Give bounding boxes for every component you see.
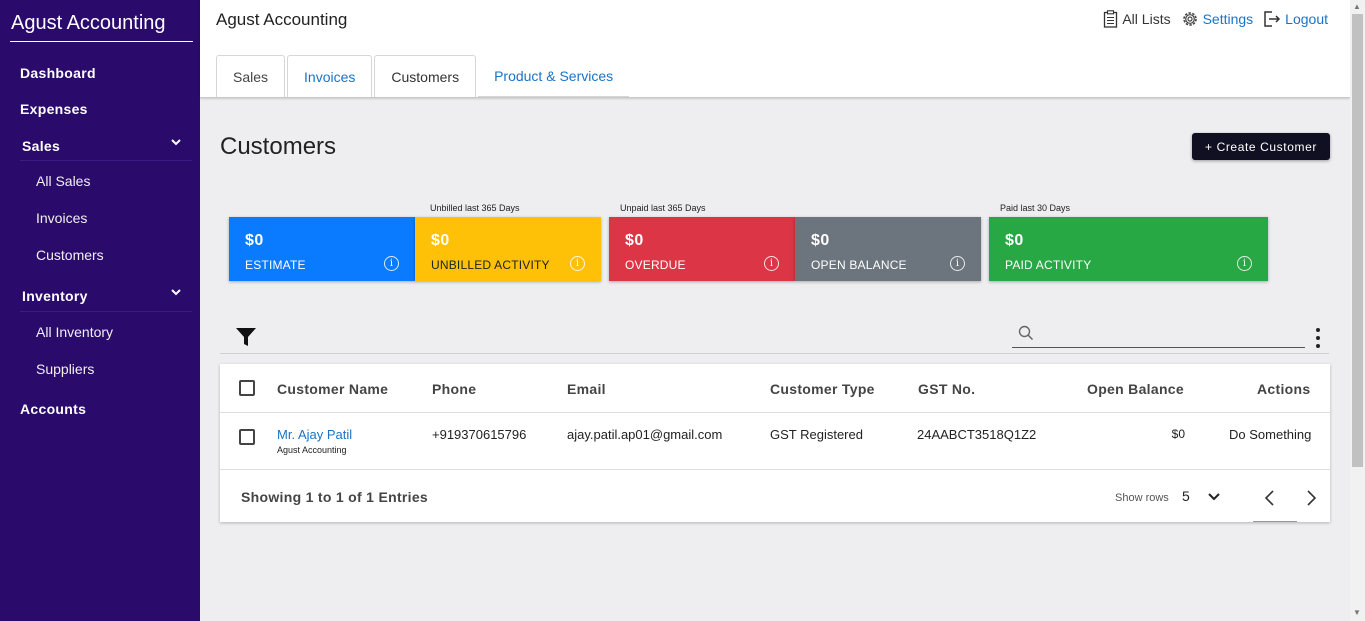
customer-company: Agust Accounting xyxy=(277,445,347,455)
card-amount: $0 xyxy=(625,232,644,249)
info-icon[interactable]: i xyxy=(570,256,585,271)
tab-sales[interactable]: Sales xyxy=(216,55,286,97)
filter-icon[interactable] xyxy=(236,327,256,347)
customer-phone: +919370615796 xyxy=(432,427,527,442)
sidebar-item-customers[interactable]: Customers xyxy=(36,247,104,263)
row-divider xyxy=(220,469,1330,470)
info-icon[interactable]: i xyxy=(764,256,779,271)
top-links: All Lists Settings Logout xyxy=(1093,10,1328,28)
tab-invoices[interactable]: Invoices xyxy=(287,55,373,97)
customer-open-balance: $0 xyxy=(1171,427,1185,441)
column-header-open-balance[interactable]: Open Balance xyxy=(1087,381,1184,397)
summary-card-estimate[interactable]: $0 ESTIMATE i xyxy=(229,217,415,281)
pagination-summary: Showing 1 to 1 of 1 Entries xyxy=(241,489,429,505)
sidebar-group-inventory[interactable]: Inventory xyxy=(22,288,192,304)
card-amount: $0 xyxy=(811,232,830,249)
tab-bar: Sales Invoices Customers Product & Servi… xyxy=(216,55,631,97)
clipboard-list-icon xyxy=(1104,10,1118,28)
gear-icon xyxy=(1182,12,1197,26)
top-header: Agust Accounting All Lists Settings Logo… xyxy=(200,0,1350,98)
chevron-down-icon xyxy=(171,139,181,146)
show-rows-label: Show rows xyxy=(1115,492,1169,504)
tab-customers[interactable]: Customers xyxy=(374,55,477,97)
search-box[interactable] xyxy=(1012,320,1305,348)
sidebar-divider xyxy=(20,311,192,312)
chevron-down-icon[interactable] xyxy=(1208,493,1220,501)
logout-link[interactable]: Logout xyxy=(1263,10,1328,28)
sidebar-item-expenses[interactable]: Expenses xyxy=(20,101,88,117)
card-label: ESTIMATE xyxy=(245,258,306,272)
scroll-up-arrow[interactable]: ▲ xyxy=(1353,2,1361,11)
card-caption-unbilled: Unbilled last 365 Days xyxy=(430,203,520,213)
scroll-down-arrow[interactable]: ▼ xyxy=(1353,608,1361,617)
sidebar-divider xyxy=(20,160,192,161)
logout-icon xyxy=(1264,11,1281,27)
row-action-link[interactable]: Do Something xyxy=(1229,427,1311,442)
next-page-icon[interactable] xyxy=(1305,490,1319,506)
app-title: Agust Accounting xyxy=(216,10,348,29)
settings-label: Settings xyxy=(1202,11,1254,27)
card-amount: $0 xyxy=(1005,232,1024,249)
info-icon[interactable]: i xyxy=(384,256,399,271)
sidebar-group-sales-label: Sales xyxy=(22,138,61,154)
sidebar-item-accounts[interactable]: Accounts xyxy=(20,401,86,417)
toolbar-divider xyxy=(220,353,1329,354)
summary-card-paid-activity[interactable]: $0 PAID ACTIVITY i xyxy=(989,217,1268,281)
select-all-checkbox[interactable] xyxy=(239,380,255,396)
search-icon xyxy=(1018,325,1034,341)
card-label: OPEN BALANCE xyxy=(811,258,907,272)
rows-per-page-select[interactable]: 5 xyxy=(1182,488,1190,504)
card-label: UNBILLED ACTIVITY xyxy=(431,258,550,272)
sidebar-item-invoices[interactable]: Invoices xyxy=(36,210,87,226)
summary-card-overdue[interactable]: $0 OVERDUE i xyxy=(609,217,795,281)
info-icon[interactable]: i xyxy=(1237,256,1252,271)
more-vertical-icon[interactable] xyxy=(1316,328,1324,348)
sidebar-brand[interactable]: Agust Accounting xyxy=(11,12,166,35)
logout-label: Logout xyxy=(1285,11,1328,27)
sidebar-group-sales[interactable]: Sales xyxy=(22,138,192,154)
card-caption-unpaid: Unpaid last 365 Days xyxy=(620,203,706,213)
customer-type: GST Registered xyxy=(770,427,863,442)
card-label: PAID ACTIVITY xyxy=(1005,258,1092,272)
sidebar-item-dashboard[interactable]: Dashboard xyxy=(20,65,96,81)
header-divider xyxy=(220,412,1330,413)
create-customer-button[interactable]: + Create Customer xyxy=(1192,133,1330,160)
card-caption-paid: Paid last 30 Days xyxy=(1000,203,1071,213)
sidebar-item-suppliers[interactable]: Suppliers xyxy=(36,361,94,377)
summary-card-unbilled-activity[interactable]: $0 UNBILLED ACTIVITY i xyxy=(415,217,601,281)
column-header-customer-name[interactable]: Customer Name xyxy=(277,381,388,397)
sidebar-group-inventory-label: Inventory xyxy=(22,288,88,304)
sidebar-item-all-sales[interactable]: All Sales xyxy=(36,173,90,189)
all-lists-label: All Lists xyxy=(1122,11,1171,27)
scrollbar-thumb[interactable] xyxy=(1352,14,1363,467)
info-icon[interactable]: i xyxy=(950,256,965,271)
card-label: OVERDUE xyxy=(625,258,686,272)
all-lists-link[interactable]: All Lists xyxy=(1103,10,1171,28)
customer-gst: 24AABCT3518Q1Z2 xyxy=(917,427,1037,442)
row-checkbox[interactable] xyxy=(239,429,255,445)
brand-divider xyxy=(10,41,193,42)
customer-email: ajay.patil.ap01@gmail.com xyxy=(567,427,723,442)
column-header-actions: Actions xyxy=(1257,381,1311,397)
settings-link[interactable]: Settings xyxy=(1181,10,1254,28)
sidebar: Agust Accounting Dashboard Expenses Sale… xyxy=(0,0,200,621)
column-header-gst-no[interactable]: GST No. xyxy=(918,381,975,397)
tab-product-services[interactable]: Product & Services xyxy=(478,55,630,97)
card-amount: $0 xyxy=(431,232,450,249)
column-header-email[interactable]: Email xyxy=(567,381,606,397)
column-header-phone[interactable]: Phone xyxy=(432,381,476,397)
pager-divider xyxy=(1253,521,1297,522)
sidebar-item-all-inventory[interactable]: All Inventory xyxy=(36,324,113,340)
column-header-customer-type[interactable]: Customer Type xyxy=(770,381,875,397)
customers-table: Customer Name Phone Email Customer Type … xyxy=(220,364,1330,522)
card-amount: $0 xyxy=(245,232,264,249)
previous-page-icon[interactable] xyxy=(1262,490,1276,506)
search-input[interactable] xyxy=(1042,323,1297,345)
page-title: Customers xyxy=(220,133,337,160)
customer-name-link[interactable]: Mr. Ajay Patil xyxy=(277,427,352,442)
chevron-down-icon xyxy=(171,289,181,296)
summary-card-open-balance[interactable]: $0 OPEN BALANCE i xyxy=(795,217,981,281)
